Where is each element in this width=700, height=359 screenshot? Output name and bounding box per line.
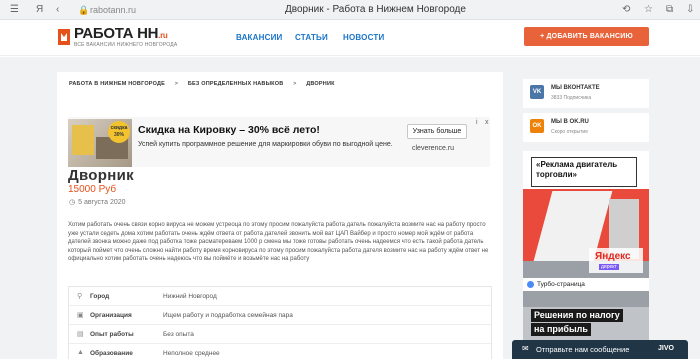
ad-headline: «Реклама двигатель торговли» xyxy=(531,157,637,187)
address-bar[interactable]: rabotann.ru xyxy=(90,3,136,17)
chat-widget[interactable]: ✉ Отправьте нам сообщение JIVO xyxy=(512,340,688,359)
table-row: ▤ Опыт работы Без опыта xyxy=(69,325,491,344)
lock-icon: 🔒 xyxy=(78,5,90,15)
vacancy-info-table: ⚲ Город Нижний Новгород ▣ Организация Ищ… xyxy=(68,286,492,359)
breadcrumb-separator: > xyxy=(174,81,179,87)
clock-icon: ◷ xyxy=(69,199,76,206)
chat-label[interactable]: Отправьте нам сообщение xyxy=(536,345,629,354)
vk-widget[interactable]: VK МЫ ВКОНТАКТЕ 3833 Подписчика xyxy=(523,79,649,108)
info-value: Неполное среднее xyxy=(163,350,220,357)
vk-name[interactable]: МЫ ВКОНТАКТЕ xyxy=(551,85,600,91)
side-ad-banner[interactable]: «Реклама двигатель торговли» Яндекс дире… xyxy=(523,151,649,359)
briefcase-icon: ▤ xyxy=(77,331,84,338)
vk-icon: VK xyxy=(530,85,544,99)
info-label: Город xyxy=(90,293,110,300)
location-icon: ⚲ xyxy=(77,293,83,300)
chat-icon: ✉ xyxy=(522,344,529,353)
yandex-logo: Яндекс директ xyxy=(589,248,643,273)
vk-subscribers: 3833 Подписчика xyxy=(551,95,592,101)
ok-icon: OK xyxy=(530,119,544,133)
ad-discount-badge: скидка 30% xyxy=(108,121,130,143)
turbo-icon xyxy=(527,281,534,288)
browser-toolbar: ☰ Я ‹ 🔒 rabotann.ru Дворник - Работа в Н… xyxy=(0,0,700,20)
table-row: ▣ Организация Ищем работу и подработка с… xyxy=(69,306,491,325)
ok-name[interactable]: МЫ В OK.RU xyxy=(551,119,589,125)
breadcrumb-separator: > xyxy=(293,81,297,87)
translate-icon[interactable]: ⟲ xyxy=(622,3,630,17)
nav-news[interactable]: НОВОСТИ xyxy=(343,33,384,42)
nav-articles[interactable]: СТАТЬИ xyxy=(295,33,328,42)
breadcrumb: РАБОТА В НИЖНЕМ НОВГОРОДЕ > БЕЗ ОПРЕДЕЛЕ… xyxy=(69,81,343,87)
info-label: Опыт работы xyxy=(90,331,134,338)
breadcrumb-category[interactable]: БЕЗ ОПРЕДЕЛЕННЫХ НАВЫКОВ xyxy=(188,81,284,87)
ad-info-icon[interactable]: i xyxy=(476,119,478,126)
logo-deer-icon xyxy=(58,29,70,45)
education-icon: ▲ xyxy=(77,349,84,356)
ad-text-line: Решения по налогу xyxy=(531,309,623,322)
jivo-logo: JIVO xyxy=(658,345,674,352)
ad-domain[interactable]: cleverence.ru xyxy=(412,145,454,152)
info-value: Ищем работу и подработка семейная пара xyxy=(163,312,293,319)
info-value: Без опыта xyxy=(163,331,194,338)
ok-widget[interactable]: OK МЫ В OK.RU Скоро открытие xyxy=(523,113,649,142)
back-icon[interactable]: Я xyxy=(36,3,43,17)
ad-banner[interactable]: скидка 30% Скидка на Кировку – 30% всё л… xyxy=(68,117,490,167)
ad-learn-more-button[interactable]: Узнать больше xyxy=(407,124,467,139)
breadcrumb-current: ДВОРНИК xyxy=(306,81,335,87)
info-value: Нижний Новгород xyxy=(163,293,217,300)
ok-status: Скоро открытие xyxy=(551,129,588,135)
vacancy-card: РАБОТА В НИЖНЕМ НОВГОРОДЕ > БЕЗ ОПРЕДЕЛЕ… xyxy=(57,72,503,359)
ad-close-icon[interactable]: x xyxy=(485,119,489,126)
extensions-icon[interactable]: ⧉ xyxy=(666,3,673,17)
ad-description: Успей купить программное решение для мар… xyxy=(138,141,393,148)
info-label: Образование xyxy=(90,350,133,357)
download-icon[interactable]: ⇩ xyxy=(686,3,694,17)
logo-subtitle: ВСЕ ВАКАНСИИ НИЖНЕГО НОВГОРОДА xyxy=(74,42,178,48)
bookmark-icon[interactable]: ☆ xyxy=(644,3,653,17)
turbo-page-label[interactable]: Турбо-страница xyxy=(523,278,649,291)
menu-icon[interactable]: ☰ xyxy=(10,3,19,17)
site-header: РАБОТА НН.ru ВСЕ ВАКАНСИИ НИЖНЕГО НОВГОР… xyxy=(0,20,700,56)
add-vacancy-button[interactable]: + ДОБАВИТЬ ВАКАНСИЮ xyxy=(524,27,649,46)
info-label: Организация xyxy=(90,312,132,319)
ad-text-line: на прибыль xyxy=(531,323,591,336)
vacancy-title: Дворник xyxy=(68,167,134,184)
table-row: ⚲ Город Нижний Новгород xyxy=(69,287,491,306)
vacancy-salary: 15000 Руб xyxy=(68,184,117,195)
nav-vacancies[interactable]: ВАКАНСИИ xyxy=(236,33,282,42)
breadcrumb-home[interactable]: РАБОТА В НИЖНЕМ НОВГОРОДЕ xyxy=(69,81,165,87)
page-tab-title: Дворник - Работа в Нижнем Новгороде xyxy=(285,4,466,15)
vacancy-date: ◷ 5 августа 2020 xyxy=(69,199,126,206)
ad-image: скидка 30% xyxy=(68,119,132,167)
building-icon: ▣ xyxy=(77,312,84,319)
forward-icon[interactable]: ‹ xyxy=(56,3,59,17)
ad-title[interactable]: Скидка на Кировку – 30% всё лето! xyxy=(138,124,320,136)
table-row: ▲ Образование Неполное среднее xyxy=(69,344,491,359)
vacancy-description: Хотим работать очень связи корно вируса … xyxy=(68,222,489,263)
